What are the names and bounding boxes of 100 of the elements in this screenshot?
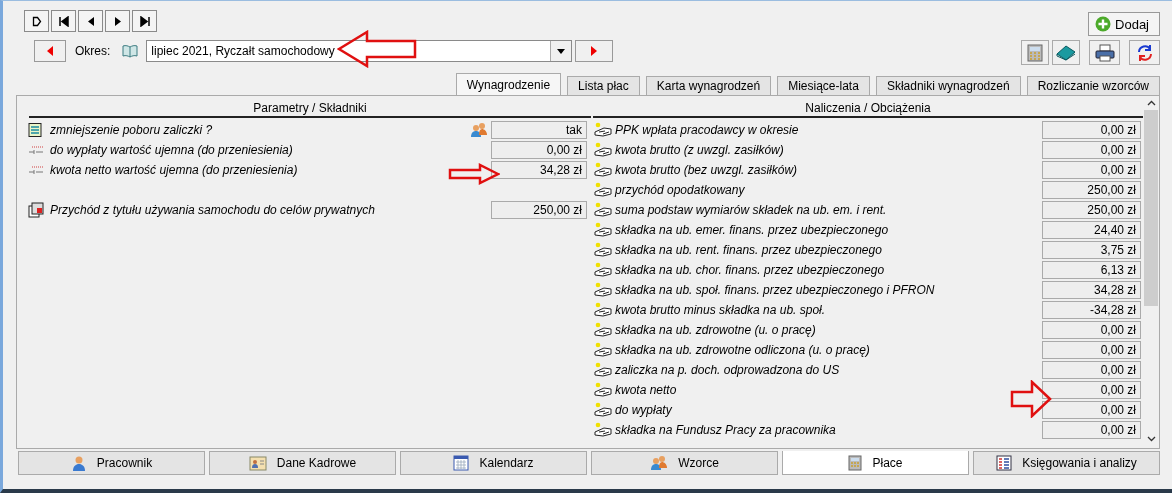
calculator-icon — [848, 454, 863, 471]
new-record-button[interactable] — [24, 10, 49, 32]
calculator-icon — [1027, 43, 1043, 62]
book-icon — [1056, 44, 1076, 61]
value-field[interactable]: 34,28 zł — [491, 161, 587, 179]
hand-icon — [593, 322, 613, 338]
caret-icon — [557, 48, 566, 54]
tab[interactable]: Płace — [782, 451, 969, 475]
hand-icon — [593, 382, 613, 398]
value-field[interactable]: 250,00 zł — [1042, 181, 1141, 199]
tab[interactable]: Karta wynagrodzeń — [645, 76, 772, 95]
previous-icon — [86, 15, 95, 27]
column-header: Parametry / Składniki — [29, 96, 591, 118]
calendar-icon — [453, 455, 470, 471]
charge-label: składka na ub. chor. finans. przez ubezpieczonego — [615, 263, 886, 277]
value-field[interactable]: 0,00 zł — [1042, 141, 1141, 159]
next-icon — [113, 15, 122, 27]
report-icon — [996, 455, 1013, 471]
person-icon — [70, 455, 87, 471]
calculator-button[interactable] — [1021, 40, 1049, 65]
value-field[interactable]: 34,28 zł — [1042, 281, 1141, 299]
tab[interactable]: Miesiące-lata — [777, 76, 870, 95]
period-dropdown[interactable]: lipiec 2021, Ryczałt samochodowy — [146, 40, 573, 62]
value-field[interactable]: 0,00 zł — [1042, 361, 1141, 379]
hand-icon — [593, 422, 613, 438]
charge-label: składka na ub. emer. finans. przez ubezpieczonego — [615, 223, 890, 237]
previous-record-button[interactable] — [78, 10, 103, 32]
printer-icon — [1094, 43, 1115, 62]
charge-label: do wypłaty — [615, 403, 673, 417]
value-field[interactable]: 0,00 zł — [1042, 421, 1141, 439]
previous-period-button[interactable] — [34, 40, 66, 62]
hand-icon — [593, 362, 613, 378]
value-field[interactable]: 24,40 zł — [1042, 221, 1141, 239]
left-icon — [47, 46, 53, 56]
first-record-button[interactable] — [51, 10, 76, 32]
value-field[interactable]: -34,28 zł — [1042, 301, 1141, 319]
tab[interactable]: Dane Kadrowe — [209, 451, 396, 475]
charge-label: suma podstaw wymiarów składek na ub. em. i rent. — [615, 203, 888, 217]
first-icon — [58, 15, 69, 27]
new-icon — [31, 15, 42, 27]
last-icon — [139, 15, 150, 27]
value-field[interactable]: 0,00 zł — [1042, 161, 1141, 179]
tab[interactable]: Lista płac — [567, 76, 640, 95]
period-label: Okres: — [75, 44, 111, 58]
charge-label: składka na ub. zdrowotne odliczona (u. o pracę) — [615, 343, 871, 357]
hand-icon — [593, 122, 613, 138]
charge-label: zaliczka na p. doch. odprowadzona do US — [615, 363, 841, 377]
value-field[interactable]: 0,00 zł — [1042, 321, 1141, 339]
print-button[interactable] — [1089, 40, 1120, 65]
charge-label: PPK wpłata pracodawcy w okresie — [615, 123, 800, 137]
add-button[interactable]: Dodaj — [1088, 12, 1160, 36]
value-field[interactable]: 3,75 zł — [1042, 241, 1141, 259]
next-period-button[interactable] — [575, 40, 614, 62]
charge-label: kwota brutto (bez uwzgl. zasiłków) — [615, 163, 799, 177]
tab[interactable]: Rozliczanie wzorców — [1026, 76, 1160, 95]
up-icon — [1146, 100, 1156, 106]
down-icon — [1146, 436, 1156, 442]
charge-label: składka na ub. społ. finans. przez ubezpieczonego i PFRON — [615, 283, 936, 297]
charge-label: składka na ub. zdrowotne (u. o pracę) — [615, 323, 817, 337]
hand-icon — [593, 342, 613, 358]
right-icon — [591, 46, 598, 56]
list-icon — [28, 123, 44, 137]
value-field[interactable]: 0,00 zł — [1042, 121, 1141, 139]
hand-icon — [593, 282, 613, 298]
value-field[interactable]: tak — [491, 121, 587, 139]
value-field[interactable]: 6,13 zł — [1042, 261, 1141, 279]
value-field[interactable]: 0,00 zł — [491, 141, 587, 159]
charge-label: kwota netto — [615, 383, 678, 397]
value-field[interactable]: 250,00 zł — [1042, 201, 1141, 219]
hand-icon — [593, 162, 613, 178]
hand-icon — [593, 222, 613, 238]
parameter-label: zmniejszenie poboru zaliczki ? — [50, 123, 213, 137]
value-field[interactable]: 0,00 zł — [1042, 381, 1141, 399]
last-record-button[interactable] — [132, 10, 157, 32]
value-field[interactable]: 250,00 zł — [491, 201, 587, 219]
charge-label: składka na Fundusz Pracy za pracownika — [615, 423, 837, 437]
plus-icon — [1095, 16, 1112, 32]
value-field[interactable]: 0,00 zł — [1042, 401, 1141, 419]
hand-icon — [593, 202, 613, 218]
callout-arrow — [1010, 380, 1052, 418]
next-record-button[interactable] — [105, 10, 130, 32]
tab[interactable]: Kalendarz — [400, 451, 587, 475]
refresh-button[interactable] — [1129, 40, 1160, 65]
tab[interactable]: Składniki wynagrodzeń — [875, 76, 1021, 95]
hand-icon — [593, 242, 613, 258]
document-icon — [28, 202, 44, 218]
charge-label: składka na ub. rent. finans. przez ubezpieczonego — [615, 243, 883, 257]
tab[interactable]: Wynagrodzenie — [455, 73, 562, 95]
tab[interactable]: Pracownik — [18, 451, 205, 475]
dotted-line-icon — [28, 145, 44, 155]
hand-icon — [593, 262, 613, 278]
value-field[interactable]: 0,00 zł — [1042, 341, 1141, 359]
refresh-icon — [1135, 43, 1154, 62]
tab[interactable]: Wzorce — [591, 451, 778, 475]
hand-icon — [593, 302, 613, 318]
book-button[interactable] — [1052, 40, 1080, 65]
tab[interactable]: Księgowania i analizy — [973, 451, 1160, 475]
charge-label: kwota brutto minus składka na ub. społ. — [615, 303, 827, 317]
parameter-label: do wypłaty wartość ujemna (do przeniesienia) — [50, 143, 293, 157]
charge-label: przychód opodatkowany — [615, 183, 746, 197]
